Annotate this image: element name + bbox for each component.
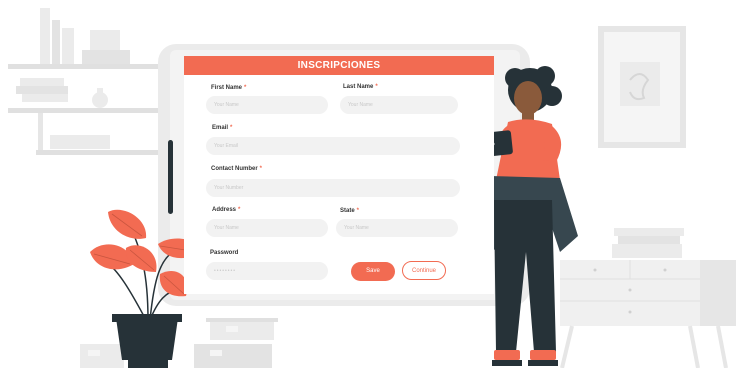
first-name-label: First Name * bbox=[211, 85, 246, 91]
email-label-text: Email bbox=[212, 125, 229, 131]
contact-number-input[interactable] bbox=[206, 179, 460, 197]
first-name-label-text: First Name bbox=[211, 85, 243, 91]
address-label-text: Address bbox=[212, 207, 237, 213]
continue-button[interactable]: Continue bbox=[402, 261, 446, 280]
address-label: Address * bbox=[212, 207, 240, 213]
state-label-text: State bbox=[340, 208, 355, 214]
required-marker: * bbox=[375, 84, 378, 90]
last-name-label: Last Name * bbox=[343, 84, 378, 90]
email-label: Email * bbox=[212, 125, 232, 131]
signup-form: INSCRIPCIONES First Name* Last Name* Ema… bbox=[184, 56, 494, 294]
required-marker: * bbox=[259, 166, 263, 172]
left-shelves-illustration bbox=[8, 8, 158, 155]
form-title: INSCRIPCIONES bbox=[184, 56, 494, 75]
cabinet-illustration bbox=[560, 228, 736, 368]
password-label: Password bbox=[210, 250, 239, 256]
contact-number-label: Contact Number * bbox=[211, 166, 262, 172]
last-name-input[interactable] bbox=[340, 96, 458, 114]
save-button[interactable]: Save bbox=[351, 262, 395, 281]
first-name-input[interactable] bbox=[206, 96, 328, 114]
required-marker: * bbox=[238, 207, 241, 213]
last-name-label-text: Last Name bbox=[343, 84, 374, 90]
contact-number-label-text: Contact Number bbox=[211, 166, 258, 172]
required-marker: * bbox=[244, 85, 247, 91]
state-input[interactable] bbox=[336, 219, 458, 237]
password-input[interactable]: •••••••• bbox=[206, 262, 328, 280]
state-label: State * bbox=[340, 208, 359, 214]
wall-picture-illustration bbox=[598, 26, 686, 148]
address-input[interactable] bbox=[206, 219, 328, 237]
password-mask: •••••••• bbox=[214, 268, 237, 274]
email-input[interactable] bbox=[206, 137, 460, 155]
required-marker: * bbox=[356, 208, 360, 214]
floor-boxes-illustration bbox=[80, 318, 278, 368]
required-marker: * bbox=[230, 125, 233, 131]
